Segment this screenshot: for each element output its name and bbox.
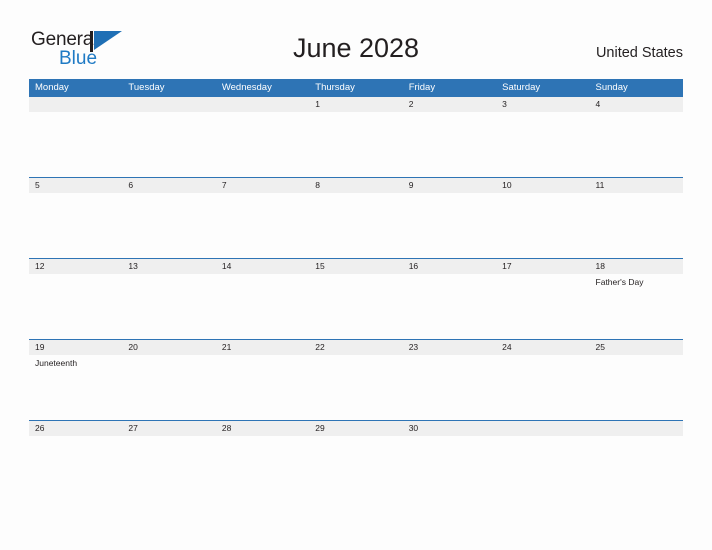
day-number[interactable]: 6: [122, 178, 215, 193]
day-number[interactable]: 1: [309, 97, 402, 112]
week-date-band: 1 2 3 4: [29, 97, 683, 112]
day-number[interactable]: 18: [590, 259, 683, 274]
day-events[interactable]: [122, 436, 215, 501]
day-events[interactable]: [403, 436, 496, 501]
day-events[interactable]: [309, 193, 402, 258]
day-events[interactable]: [216, 274, 309, 339]
day-number[interactable]: 5: [29, 178, 122, 193]
day-number[interactable]: 9: [403, 178, 496, 193]
week-date-band: 5 6 7 8 9 10 11: [29, 178, 683, 193]
day-events[interactable]: [122, 274, 215, 339]
day-number[interactable]: 7: [216, 178, 309, 193]
day-events[interactable]: [29, 193, 122, 258]
calendar-page: General Blue June 2028 United States Mon…: [0, 0, 712, 550]
day-number[interactable]: 17: [496, 259, 589, 274]
day-number[interactable]: [122, 97, 215, 112]
day-number[interactable]: 12: [29, 259, 122, 274]
page-header: General Blue June 2028 United States: [0, 0, 712, 76]
day-number[interactable]: 3: [496, 97, 589, 112]
week-event-body: [29, 112, 683, 177]
day-events[interactable]: [496, 355, 589, 420]
day-events[interactable]: [29, 436, 122, 501]
day-number[interactable]: 15: [309, 259, 402, 274]
day-number[interactable]: 23: [403, 340, 496, 355]
day-events[interactable]: [590, 355, 683, 420]
day-number[interactable]: 8: [309, 178, 402, 193]
day-events[interactable]: [496, 274, 589, 339]
week-row: 12 13 14 15 16 17 18 Father's Day: [29, 258, 683, 339]
day-events[interactable]: [216, 436, 309, 501]
day-number[interactable]: 4: [590, 97, 683, 112]
day-number[interactable]: 22: [309, 340, 402, 355]
week-row: 1 2 3 4: [29, 96, 683, 177]
day-number[interactable]: 28: [216, 421, 309, 436]
day-number[interactable]: 2: [403, 97, 496, 112]
day-events[interactable]: [309, 274, 402, 339]
day-events[interactable]: [590, 112, 683, 177]
day-number[interactable]: 27: [122, 421, 215, 436]
day-number[interactable]: 14: [216, 259, 309, 274]
day-events[interactable]: [29, 112, 122, 177]
weekday-header-row: Monday Tuesday Wednesday Thursday Friday…: [29, 79, 683, 96]
weekday-header-saturday: Saturday: [502, 82, 541, 93]
day-events[interactable]: [590, 436, 683, 501]
day-events[interactable]: [403, 112, 496, 177]
day-events[interactable]: [309, 355, 402, 420]
month-calendar-grid: Monday Tuesday Wednesday Thursday Friday…: [29, 79, 683, 501]
day-number[interactable]: 11: [590, 178, 683, 193]
weekday-header-tuesday: Tuesday: [128, 82, 165, 93]
day-number[interactable]: 19: [29, 340, 122, 355]
day-number[interactable]: 25: [590, 340, 683, 355]
day-events-fathers-day[interactable]: Father's Day: [590, 274, 683, 339]
day-events[interactable]: [216, 112, 309, 177]
day-events-juneteenth[interactable]: Juneteenth: [29, 355, 122, 420]
week-date-band: 26 27 28 29 30: [29, 421, 683, 436]
day-number[interactable]: 13: [122, 259, 215, 274]
day-number[interactable]: 24: [496, 340, 589, 355]
day-events[interactable]: [216, 193, 309, 258]
week-date-band: 12 13 14 15 16 17 18: [29, 259, 683, 274]
day-events[interactable]: [403, 274, 496, 339]
day-number[interactable]: 10: [496, 178, 589, 193]
week-row: 26 27 28 29 30: [29, 420, 683, 501]
day-number[interactable]: 16: [403, 259, 496, 274]
weekday-header-wednesday: Wednesday: [221, 82, 272, 93]
day-number[interactable]: [216, 97, 309, 112]
day-number[interactable]: 26: [29, 421, 122, 436]
day-number[interactable]: [590, 421, 683, 436]
weekday-header-thursday: Thursday: [315, 82, 355, 93]
day-events[interactable]: [122, 112, 215, 177]
week-event-body: Juneteenth: [29, 355, 683, 420]
week-event-body: [29, 436, 683, 501]
day-number[interactable]: 20: [122, 340, 215, 355]
day-number[interactable]: 30: [403, 421, 496, 436]
day-events[interactable]: [122, 355, 215, 420]
week-event-body: [29, 193, 683, 258]
day-events[interactable]: [29, 274, 122, 339]
day-number[interactable]: 21: [216, 340, 309, 355]
day-events[interactable]: [496, 193, 589, 258]
day-events[interactable]: [590, 193, 683, 258]
weekday-header-monday: Monday: [35, 82, 69, 93]
week-row: 5 6 7 8 9 10 11: [29, 177, 683, 258]
day-events[interactable]: [309, 436, 402, 501]
day-events[interactable]: [403, 355, 496, 420]
week-row: 19 20 21 22 23 24 25 Juneteenth: [29, 339, 683, 420]
day-events[interactable]: [403, 193, 496, 258]
weekday-header-friday: Friday: [408, 82, 436, 93]
day-events[interactable]: [496, 436, 589, 501]
day-number[interactable]: [29, 97, 122, 112]
day-events[interactable]: [122, 193, 215, 258]
week-date-band: 19 20 21 22 23 24 25: [29, 340, 683, 355]
day-number[interactable]: [496, 421, 589, 436]
country-label: United States: [595, 45, 683, 61]
day-events[interactable]: [309, 112, 402, 177]
day-events[interactable]: [216, 355, 309, 420]
weekday-header-sunday: Sunday: [595, 82, 628, 93]
week-event-body: Father's Day: [29, 274, 683, 339]
day-number[interactable]: 29: [309, 421, 402, 436]
day-events[interactable]: [496, 112, 589, 177]
